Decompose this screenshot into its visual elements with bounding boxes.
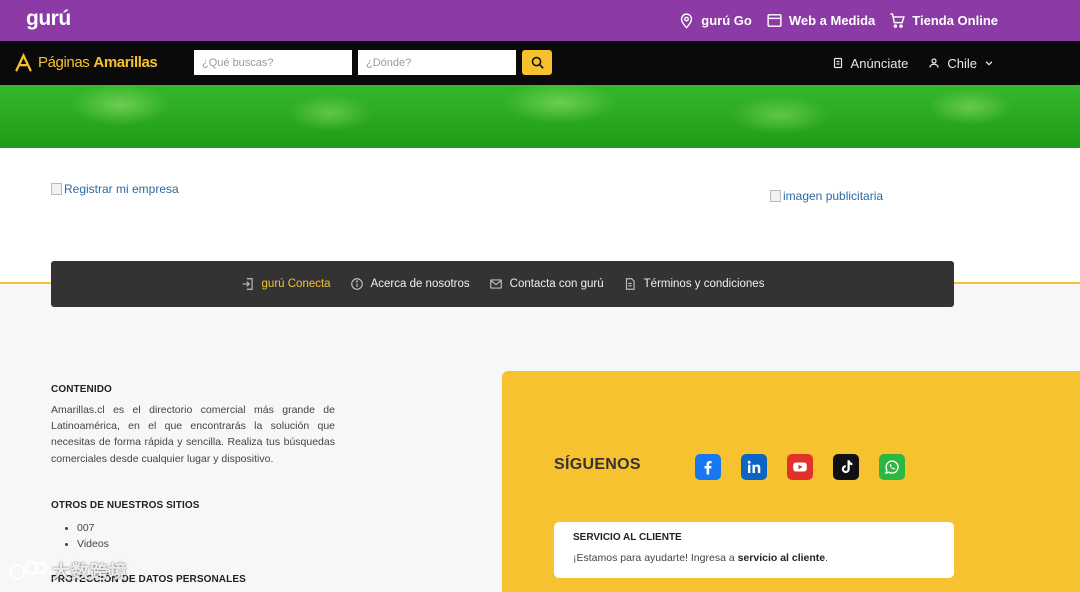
content-title: CONTENIDO (51, 384, 112, 395)
other-site-link[interactable]: Videos (77, 536, 335, 552)
customer-service-card: SERVICIO AL CLIENTE ¡Estamos para ayudar… (554, 522, 954, 578)
mail-icon (489, 279, 502, 289)
watermark-text: 大数跨境 (52, 562, 128, 582)
footer-nav-contacta[interactable]: Contacta con gurú (489, 277, 604, 291)
youtube-link[interactable] (787, 454, 813, 480)
country-selector[interactable]: Chile (928, 56, 994, 71)
browser-window-icon (767, 14, 782, 27)
other-sites-list: 007 Videos (51, 520, 335, 552)
walking-fingers-logo-icon (15, 52, 32, 72)
anunciate-label: Anúnciate (850, 55, 909, 71)
ad-image[interactable]: imagen publicitaria (770, 189, 883, 203)
ad-image-alt: imagen publicitaria (783, 189, 884, 203)
terminos-label: Términos y condiciones (643, 278, 765, 290)
other-sites-title: OTROS DE NUESTROS SITIOS (51, 499, 200, 511)
document-icon (625, 278, 635, 290)
paginas-amarillas-logo[interactable]: Páginas Amarillas (13, 52, 158, 73)
search-what-input[interactable] (194, 50, 352, 75)
follow-us-title: SÍGUENOS (554, 456, 641, 473)
search-where-input[interactable] (358, 50, 516, 75)
hero-banner (0, 85, 1080, 148)
clipboard-icon (833, 57, 842, 69)
acerca-label: Acerca de nosotros (370, 278, 470, 290)
guru-go-label: gurú Go (701, 13, 752, 28)
linkedin-icon (747, 460, 761, 473)
whatsapp-icon (884, 460, 899, 474)
customer-service-title: SERVICIO AL CLIENTE (573, 532, 682, 543)
tienda-online-label: Tienda Online (912, 13, 998, 28)
footer-nav: gurú Conecta Acerca de nosotros Contacta… (51, 261, 954, 307)
location-pin-icon (681, 13, 693, 29)
footer-nav-acerca[interactable]: Acerca de nosotros (350, 277, 470, 291)
tiktok-link[interactable] (833, 454, 859, 480)
guru-logo[interactable]: gurú (26, 7, 71, 31)
anunciate-link[interactable]: Anúnciate (832, 55, 909, 71)
facebook-link[interactable] (695, 454, 721, 480)
web-a-medida-link[interactable]: Web a Medida (766, 12, 875, 29)
register-business-alt: Registrar mi empresa (64, 182, 179, 196)
top-bar: gurú gurú Go Web a Medida Tienda Online (0, 0, 1080, 41)
user-icon (929, 58, 939, 68)
navbar-right: Anúnciate Chile (832, 41, 994, 85)
linkedin-link[interactable] (741, 454, 767, 480)
customer-service-text: ¡Estamos para ayudarte! Ingresa a servic… (573, 552, 935, 564)
contacta-label: Contacta con gurú (509, 278, 604, 290)
shopping-cart-icon (890, 13, 906, 28)
watermark: 大数跨境 (8, 558, 128, 584)
login-icon (242, 278, 253, 290)
tienda-online-link[interactable]: Tienda Online (889, 12, 998, 29)
tiktok-icon (841, 460, 853, 474)
watermark-logo-icon (9, 561, 47, 580)
customer-service-suffix: . (825, 552, 829, 564)
top-links: gurú Go Web a Medida Tienda Online (678, 0, 998, 41)
footer-nav-guru-conecta[interactable]: gurú Conecta (241, 277, 331, 291)
broken-image-icon (770, 190, 781, 202)
web-a-medida-label: Web a Medida (788, 13, 876, 28)
logo-text-paginas: Páginas (38, 54, 90, 71)
guru-conecta-label: gurú Conecta (261, 278, 331, 290)
customer-service-prefix: ¡Estamos para ayudarte! Ingresa a (573, 552, 738, 564)
other-site-link[interactable]: 007 (77, 520, 335, 536)
chevron-down-icon (985, 61, 993, 66)
youtube-icon (793, 462, 807, 472)
whatsapp-link[interactable] (879, 454, 905, 480)
search-button[interactable] (522, 50, 552, 75)
country-label: Chile (947, 55, 977, 71)
info-icon (350, 278, 363, 290)
broken-image-icon (51, 183, 62, 195)
facebook-icon (704, 461, 712, 475)
guru-logo-text: gurú (26, 7, 71, 30)
footer-nav-terminos[interactable]: Términos y condiciones (623, 277, 765, 291)
register-business-image[interactable]: Registrar mi empresa (51, 182, 179, 196)
social-panel: SÍGUENOS SERVICIO AL CLIENTE ¡Estamos pa… (502, 371, 1080, 592)
content-description: Amarillas.cl es el directorio comercial … (51, 404, 335, 465)
main-navbar: PáginasAmarillas Anúnciate Chile (0, 41, 1080, 85)
content-column: CONTENIDO Amarillas.cl es el directorio … (51, 384, 335, 552)
customer-service-link[interactable]: servicio al cliente (738, 552, 826, 564)
social-links (695, 454, 905, 480)
logo-text-amarillas: Amarillas (93, 54, 158, 71)
search-icon (531, 56, 544, 69)
guru-go-link[interactable]: gurú Go (678, 12, 752, 29)
